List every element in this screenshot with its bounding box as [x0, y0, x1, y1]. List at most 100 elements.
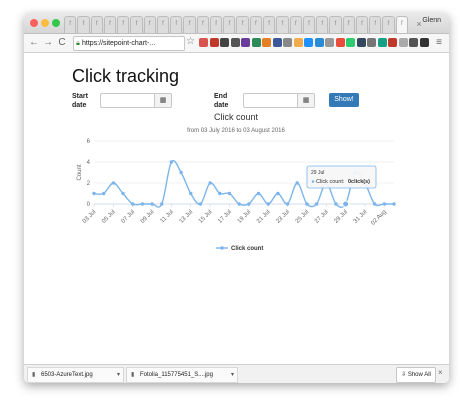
- extension-icon[interactable]: [356, 38, 366, 47]
- extension-icon[interactable]: [251, 38, 261, 47]
- download-icon: ⇩: [401, 372, 407, 378]
- title-bar: ffffffffffffffffffffffffff × Glenn: [24, 13, 449, 34]
- extension-icon[interactable]: [220, 38, 229, 47]
- extension-icon[interactable]: [262, 38, 271, 47]
- y-axis-label: Count: [77, 164, 83, 180]
- extension-icon[interactable]: [304, 38, 313, 47]
- x-tick-label: 25 Jul: [295, 209, 311, 225]
- url-text: https://sitepoint-chart-...: [82, 40, 156, 47]
- browser-tab[interactable]: f: [143, 16, 156, 33]
- browser-tab[interactable]: f: [342, 16, 355, 33]
- browser-tab[interactable]: f: [395, 16, 408, 33]
- extension-icon[interactable]: [377, 38, 387, 47]
- browser-tab[interactable]: f: [316, 16, 329, 33]
- y-tick-label: 6: [87, 139, 91, 145]
- browser-tab[interactable]: f: [209, 16, 223, 33]
- x-tick-label: 13 Jul: [179, 209, 195, 225]
- extension-icon[interactable]: [335, 38, 345, 47]
- show-all-downloads-button[interactable]: ⇩ Show All: [396, 367, 436, 383]
- data-point: [227, 191, 232, 196]
- close-window-button[interactable]: [30, 19, 38, 27]
- download-item[interactable]: ▮ Fotolia_115775451_S....jpg ▾: [126, 367, 238, 383]
- browser-tab[interactable]: f: [289, 16, 302, 33]
- tooltip-header: 29 Jul: [311, 170, 324, 176]
- browser-tab[interactable]: f: [276, 16, 289, 33]
- data-point: [382, 202, 387, 206]
- chart-title: Click count: [214, 112, 259, 122]
- close-icon[interactable]: ×: [438, 368, 443, 377]
- browser-tab[interactable]: f: [156, 16, 170, 33]
- browser-tab[interactable]: f: [302, 16, 316, 33]
- forward-icon[interactable]: →: [42, 36, 54, 50]
- x-tick-label: 11 Jul: [160, 209, 175, 224]
- browser-tab[interactable]: f: [130, 16, 143, 33]
- browser-toolbar: ← → C 🔒︎ https://sitepoint-chart-... ☆ ≡: [24, 34, 449, 53]
- data-point: [140, 202, 145, 206]
- data-point: [372, 202, 377, 206]
- data-point: [121, 191, 125, 196]
- data-point: [150, 202, 154, 206]
- extension-icon[interactable]: [272, 38, 282, 47]
- tooltip-value: 0click(s): [348, 179, 370, 185]
- maximize-window-button[interactable]: [52, 19, 60, 27]
- extension-icon[interactable]: [230, 38, 240, 47]
- data-point: [266, 202, 270, 206]
- browser-tab[interactable]: f: [223, 16, 236, 33]
- data-point: [334, 202, 338, 206]
- browser-tab[interactable]: f: [329, 16, 342, 33]
- menu-icon[interactable]: ≡: [433, 36, 445, 50]
- browser-tab[interactable]: f: [64, 16, 77, 33]
- extension-icon[interactable]: [419, 38, 429, 47]
- minimize-window-button[interactable]: [41, 19, 49, 27]
- x-tick-label: 23 Jul: [275, 209, 291, 225]
- data-point: [392, 202, 396, 206]
- browser-tab[interactable]: f: [103, 16, 117, 33]
- data-point: [160, 202, 164, 206]
- tooltip-series-label: Click count:: [316, 179, 345, 185]
- y-tick-label: 4: [87, 160, 91, 166]
- extension-icon[interactable]: [346, 38, 355, 47]
- browser-tab[interactable]: f: [90, 16, 103, 33]
- browser-tab[interactable]: f: [183, 16, 196, 33]
- data-point: [208, 181, 212, 185]
- browser-tab[interactable]: f: [236, 16, 249, 33]
- browser-tab[interactable]: f: [369, 16, 382, 33]
- extension-icon[interactable]: [325, 38, 334, 47]
- bookmark-star-icon[interactable]: ☆: [186, 36, 195, 47]
- browser-tab[interactable]: f: [249, 16, 262, 33]
- data-point: [101, 191, 106, 196]
- data-point: [131, 202, 135, 206]
- data-point: [295, 181, 299, 185]
- browser-tab[interactable]: f: [355, 16, 369, 33]
- extension-icon[interactable]: [199, 38, 208, 47]
- profile-name[interactable]: Glenn: [422, 17, 441, 24]
- x-tick-label: 05 Jul: [101, 209, 117, 225]
- data-point: [314, 202, 319, 206]
- browser-tab[interactable]: f: [170, 16, 183, 33]
- data-point: [305, 202, 309, 206]
- data-point: [247, 202, 251, 206]
- address-bar[interactable]: 🔒︎ https://sitepoint-chart-...: [73, 36, 185, 51]
- file-icon: ▮: [32, 372, 36, 378]
- x-tick-label: 21 Jul: [256, 209, 272, 225]
- extension-icon[interactable]: [367, 38, 376, 47]
- extension-icon[interactable]: [398, 38, 408, 47]
- extension-icon[interactable]: [314, 38, 324, 47]
- extension-icon[interactable]: [241, 38, 250, 47]
- extension-icon[interactable]: [283, 38, 292, 47]
- extension-icon[interactable]: [293, 38, 303, 47]
- back-icon[interactable]: ←: [28, 36, 40, 50]
- reload-icon[interactable]: C: [56, 36, 68, 50]
- extension-icon[interactable]: [409, 38, 418, 47]
- browser-tab[interactable]: f: [117, 16, 130, 33]
- browser-tab[interactable]: f: [262, 16, 276, 33]
- download-filename: 6503-AzureText.jpg: [40, 372, 93, 378]
- extension-icon[interactable]: [388, 38, 397, 47]
- browser-tab[interactable]: f: [77, 16, 90, 33]
- download-item[interactable]: ▮ 6503-AzureText.jpg ▾: [27, 367, 124, 383]
- extension-icon[interactable]: [209, 38, 219, 47]
- data-point: [111, 181, 116, 185]
- tooltip-marker: [311, 180, 315, 183]
- browser-tab[interactable]: f: [196, 16, 209, 33]
- browser-tab[interactable]: f: [382, 16, 395, 33]
